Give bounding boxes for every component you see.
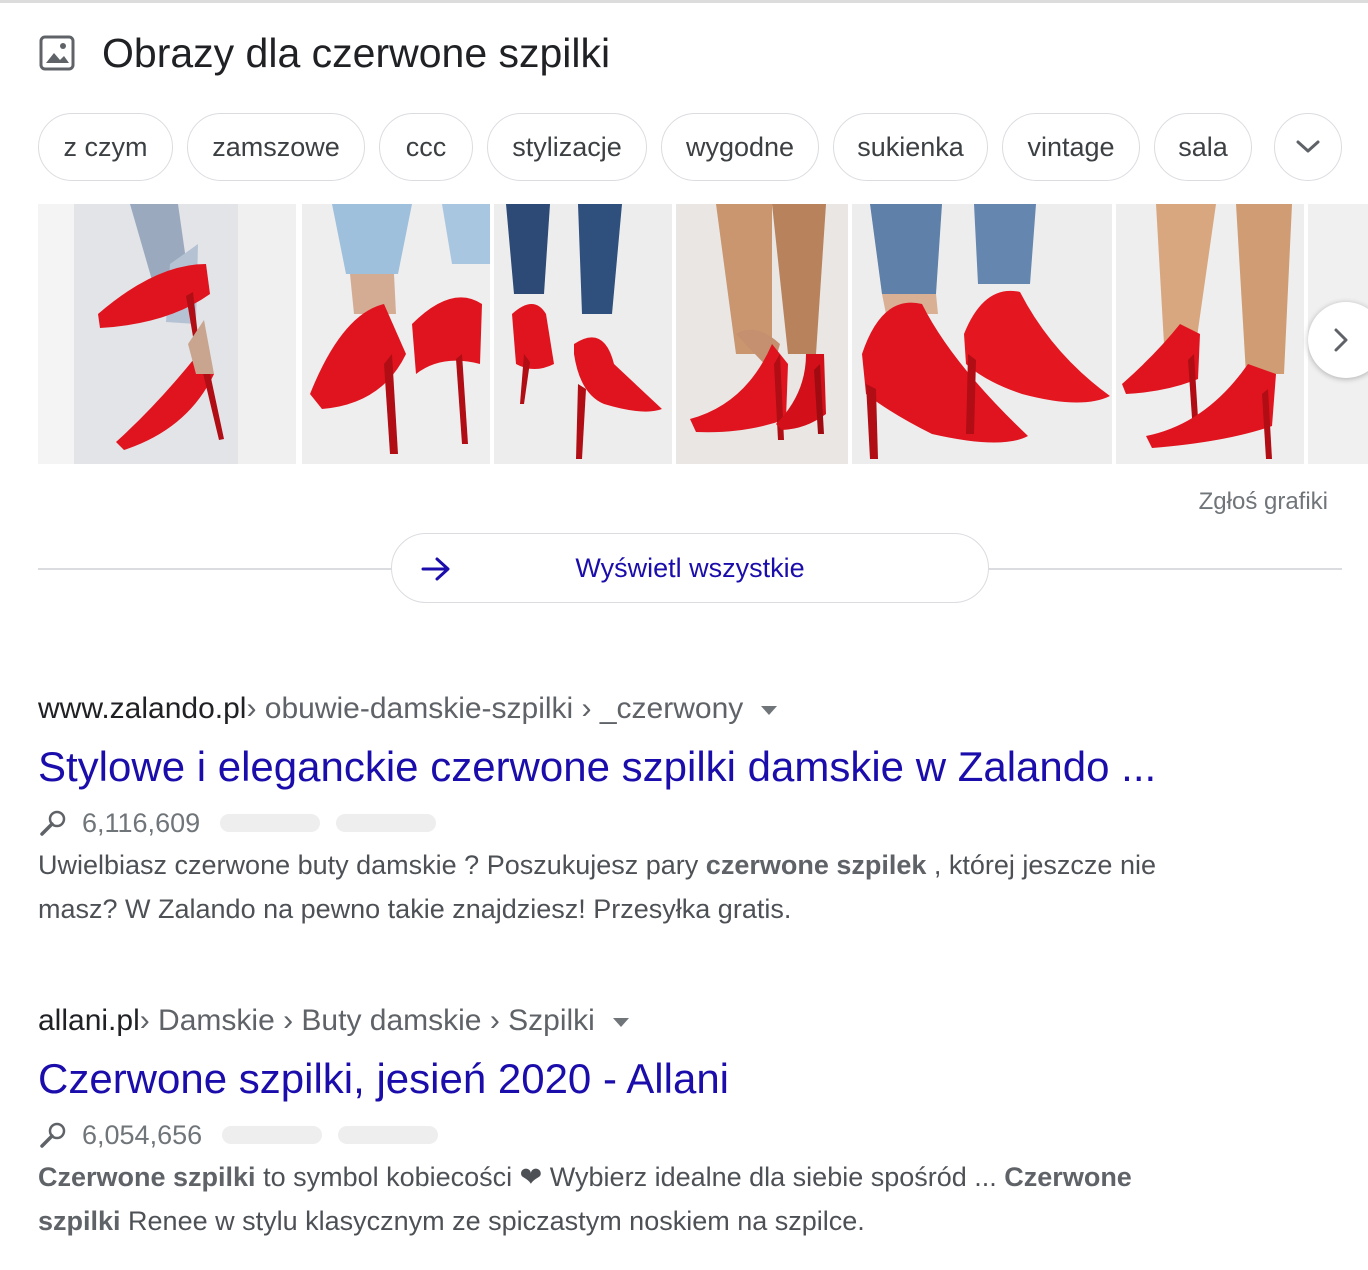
chip-wygodne[interactable]: wygodne — [661, 113, 819, 181]
image-result-1[interactable] — [38, 204, 296, 464]
magnifier-icon — [40, 1122, 66, 1148]
image-result-3[interactable] — [494, 204, 672, 464]
image-result-6[interactable] — [1116, 204, 1304, 464]
snippet-text: Uwielbiasz czerwone buty damskie ? Poszu… — [38, 850, 706, 880]
refinement-chips: z czym zamszowe ccc stylizacje wygodne s… — [38, 113, 1252, 183]
result-breadcrumb[interactable]: www.zalando.pl › obuwie-damskie-szpilki … — [38, 689, 1328, 729]
result-snippet: Czerwone szpilki to symbol kobiecości ❤ … — [38, 1155, 1328, 1243]
snippet-highlight: Czerwone — [1004, 1162, 1132, 1192]
snippet-text: , której jeszcze nie — [926, 850, 1156, 880]
result-count: 6,116,609 — [82, 807, 201, 838]
shoe-photo-5 — [852, 204, 1112, 464]
caret-down-icon[interactable] — [612, 1017, 629, 1027]
search-result-2: allani.pl › Damskie › Buty damskie › Szp… — [38, 1001, 1328, 1243]
chevron-down-icon — [1296, 140, 1320, 153]
placeholder-bar — [220, 814, 321, 832]
chip-stylizacje[interactable]: stylizacje — [487, 113, 647, 181]
placeholder-bar — [336, 814, 437, 832]
search-result-1: www.zalando.pl › obuwie-damskie-szpilki … — [38, 689, 1328, 931]
report-images-link[interactable]: Zgłoś grafiki — [1199, 488, 1328, 516]
view-all-label: Wyświetl wszystkie — [575, 552, 805, 583]
chip-sukienka[interactable]: sukienka — [833, 113, 988, 181]
result-title-link[interactable]: Czerwone szpilki, jesień 2020 - Allani — [38, 1053, 1328, 1105]
shoe-photo-3 — [494, 204, 672, 464]
divider-left — [38, 568, 392, 570]
result-path: › Damskie › Buty damskie › Szpilki — [139, 1004, 595, 1037]
chip-ccc[interactable]: ccc — [379, 113, 473, 181]
result-metrics: 6,116,609 — [38, 807, 1328, 839]
result-count: 6,054,656 — [82, 1119, 203, 1150]
result-snippet: Uwielbiasz czerwone buty damskie ? Poszu… — [38, 843, 1328, 931]
shoe-photo-6 — [1116, 204, 1304, 464]
image-result-4[interactable] — [676, 204, 848, 464]
shoe-photo-2 — [302, 204, 490, 464]
snippet-text: Renee w stylu klasycznym ze spiczastym n… — [120, 1206, 865, 1236]
placeholder-bar — [222, 1126, 323, 1144]
top-divider — [0, 0, 1368, 3]
images-section-title: Obrazy dla czerwone szpilki — [102, 29, 611, 76]
placeholder-bar — [338, 1126, 439, 1144]
snippet-text: to symbol kobiecości ❤ Wybierz idealne d… — [255, 1162, 1005, 1192]
image-carousel — [38, 204, 1368, 464]
divider-right — [988, 568, 1342, 570]
result-breadcrumb[interactable]: allani.pl › Damskie › Buty damskie › Szp… — [38, 1001, 1328, 1041]
image-result-2[interactable] — [302, 204, 490, 464]
image-result-5[interactable] — [852, 204, 1112, 464]
chip-z-czym[interactable]: z czym — [38, 113, 173, 181]
caret-down-icon[interactable] — [761, 705, 778, 715]
images-section-header: Obrazy dla czerwone szpilki — [38, 28, 610, 78]
result-domain: www.zalando.pl — [38, 692, 247, 725]
result-path: › obuwie-damskie-szpilki › _czerwony — [246, 692, 744, 725]
arrow-right-icon — [421, 557, 450, 581]
view-all-images-button[interactable]: Wyświetl wszystkie — [391, 533, 989, 603]
snippet-highlight: czerwone szpilek — [705, 850, 927, 880]
chevron-right-icon — [1334, 328, 1348, 352]
result-title-link[interactable]: Stylowe i eleganckie czerwone szpilki da… — [38, 741, 1328, 793]
snippet-text: masz? W Zalando na pewno takie znajdzies… — [38, 894, 792, 924]
result-metrics: 6,054,656 — [38, 1119, 1328, 1151]
chip-sala[interactable]: sala — [1154, 113, 1252, 181]
shoe-photo-1 — [38, 204, 296, 464]
shoe-photo-4 — [676, 204, 848, 464]
chip-zamszowe[interactable]: zamszowe — [187, 113, 365, 181]
chip-vintage[interactable]: vintage — [1002, 113, 1140, 181]
snippet-highlight: szpilki — [38, 1206, 121, 1236]
snippet-highlight: Czerwone szpilki — [38, 1162, 256, 1192]
more-chips-button[interactable] — [1274, 113, 1342, 181]
magnifier-icon — [40, 810, 66, 836]
image-icon — [39, 35, 75, 71]
result-domain: allani.pl — [38, 1004, 140, 1037]
